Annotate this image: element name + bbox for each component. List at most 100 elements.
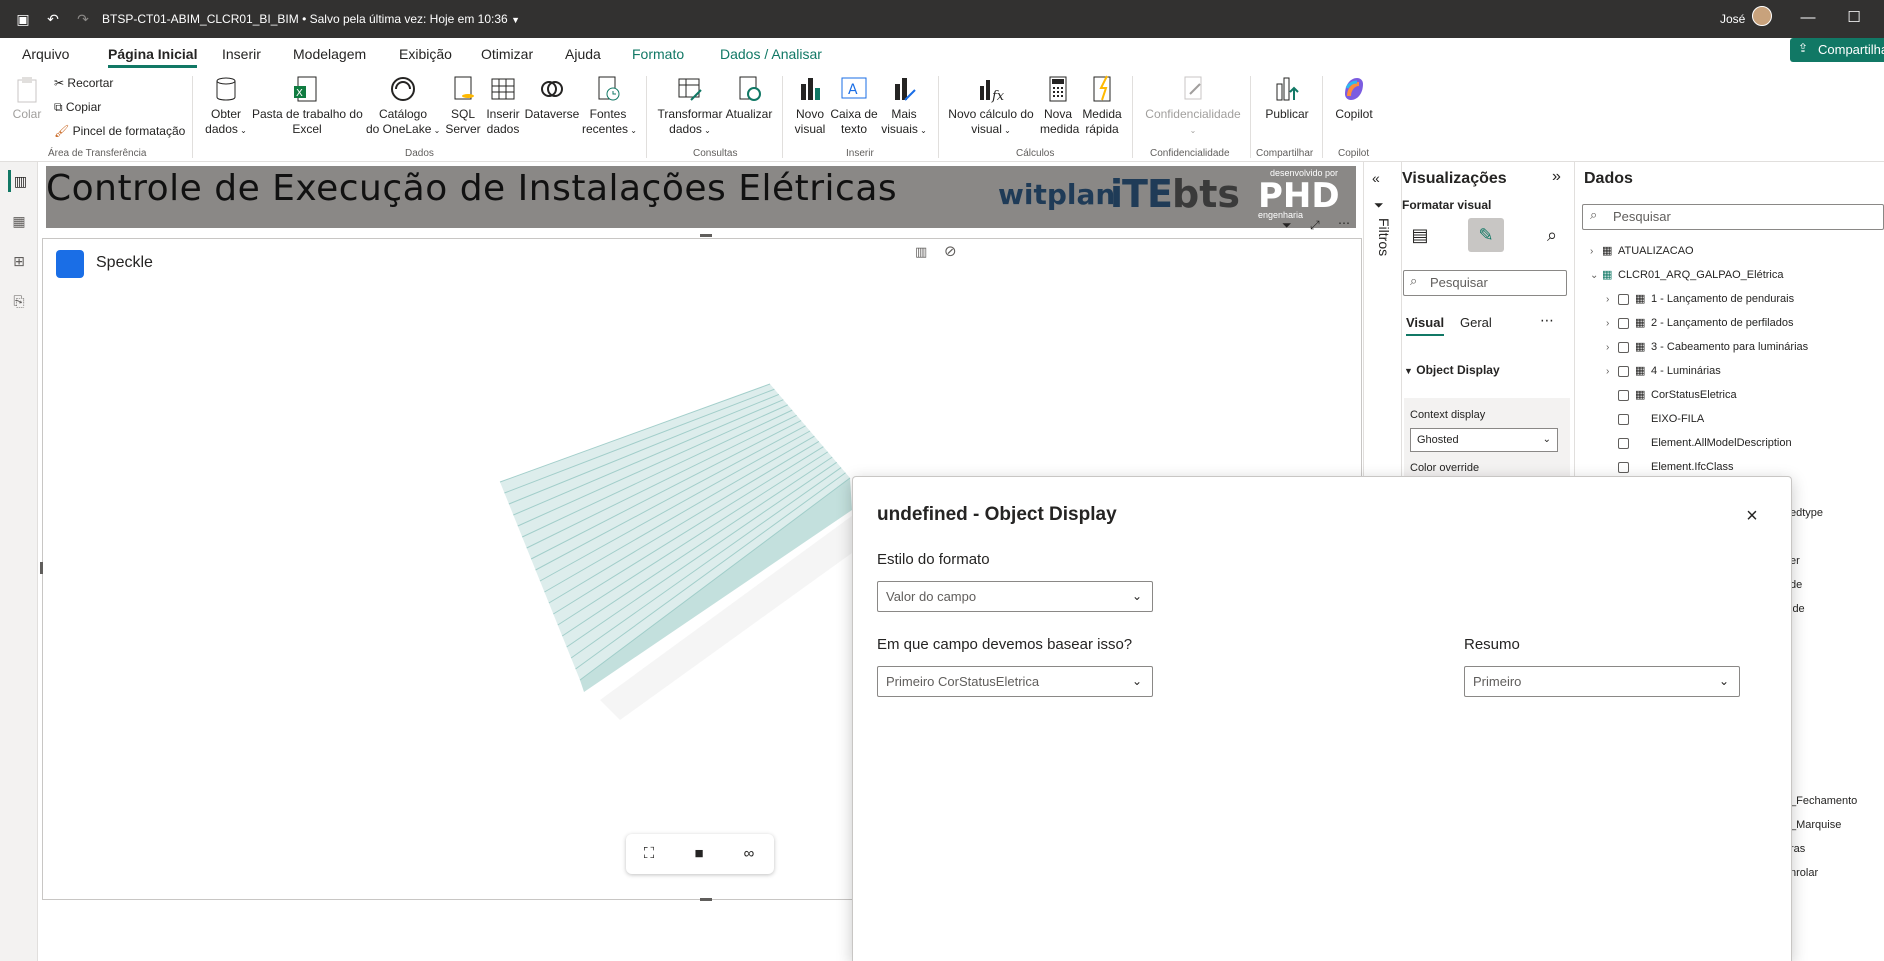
more-visuals-button[interactable]: Mais visuais ⌄ (880, 74, 928, 138)
tab-pagina-inicial[interactable]: Página Inicial (108, 42, 198, 68)
group-label-sensitivity: Confidencialidade (1150, 148, 1230, 159)
field-item[interactable]: › ▦ 1 - Lançamento de pendurais (1606, 290, 1794, 308)
save-icon[interactable]: ▣ (14, 10, 32, 28)
camera-icon[interactable]: ■ (688, 843, 710, 865)
tab-exibicao[interactable]: Exibição (399, 42, 452, 68)
copilot-button[interactable]: Copilot (1332, 74, 1376, 122)
text-box-button[interactable]: A Caixa de texto (830, 74, 878, 137)
copy-button[interactable]: ⧉ Copiar (54, 100, 101, 115)
field-checkbox[interactable] (1618, 437, 1629, 449)
undo-icon[interactable]: ↶ (44, 10, 62, 28)
field-checkbox[interactable] (1618, 461, 1629, 473)
chevron-down-icon: ⌄ (1131, 674, 1142, 688)
table-view-icon[interactable]: ▦ (8, 210, 30, 232)
prohibited-icon[interactable]: ⊘ (944, 242, 957, 260)
tab-visual[interactable]: Visual (1406, 315, 1445, 336)
document-title[interactable]: BTSP-CT01-ABIM_CLCR01_BI_BIM • Salvo pel… (102, 12, 520, 26)
analytics-icon[interactable]: ⌕ (1534, 218, 1570, 252)
publish-button[interactable]: Publicar (1262, 74, 1312, 122)
field-basis-select[interactable]: Primeiro CorStatusEletrica ⌄ (877, 666, 1153, 697)
dataverse-button[interactable]: Dataverse (524, 74, 580, 122)
field-item[interactable]: › ▦ 4 - Luminárias (1606, 362, 1721, 380)
tab-arquivo[interactable]: Arquivo (22, 42, 69, 68)
format-style-select[interactable]: Valor do campo ⌄ (877, 581, 1153, 612)
table-item[interactable]: › ▦ ATUALIZACAO (1590, 242, 1694, 260)
tab-dados-analisar[interactable]: Dados / Analisar (720, 42, 822, 68)
resize-handle[interactable] (700, 898, 712, 901)
new-visual-calculation-button[interactable]: fx Novo cálculo do visual ⌄ (948, 74, 1034, 138)
focus-mode-icon[interactable]: ⤢ (1310, 218, 1320, 233)
close-icon[interactable]: × (1742, 506, 1762, 526)
glasses-icon[interactable]: ∞ (738, 843, 760, 865)
field-item[interactable]: Element.AllModelDescription (1618, 434, 1792, 452)
quick-measure-button[interactable]: Medida rápida (1080, 74, 1124, 137)
filter-icon[interactable]: ⏷ (1282, 218, 1292, 233)
dax-query-view-icon[interactable]: ⎘ (8, 290, 30, 312)
field-item[interactable]: › ▦ 3 - Cabeamento para luminárias (1606, 338, 1808, 356)
field-item-partial[interactable]: _Marquise (1790, 819, 1841, 831)
more-options-icon[interactable]: ⋯ (1540, 312, 1554, 329)
tab-formato[interactable]: Formato (632, 42, 684, 68)
fit-view-icon[interactable]: ⛶ (638, 843, 660, 865)
tab-geral[interactable]: Geral (1460, 315, 1492, 330)
paste-button[interactable]: Colar (12, 74, 42, 122)
field-checkbox[interactable] (1618, 341, 1629, 353)
field-item[interactable]: › ▦ 2 - Lançamento de perfilados (1606, 314, 1793, 332)
visual-search-input[interactable]: Pesquisar (1403, 270, 1567, 296)
recent-sources-button[interactable]: Fontes recentes ⌄ (582, 74, 637, 138)
expand-left-icon[interactable]: « (1372, 170, 1380, 186)
sql-server-button[interactable]: SQL Server (444, 74, 482, 137)
field-checkbox[interactable] (1618, 413, 1629, 425)
maximize-icon[interactable]: ☐ (1844, 8, 1864, 28)
build-visual-icon[interactable]: ▤ (1402, 218, 1438, 252)
data-search-input[interactable]: Pesquisar (1582, 204, 1884, 230)
new-measure-button[interactable]: Nova medida (1040, 74, 1079, 137)
report-view-icon[interactable]: ▥ (8, 170, 30, 192)
transform-data-button[interactable]: Transformar dados ⌄ (656, 74, 724, 138)
field-item-partial[interactable]: ide (1790, 603, 1805, 615)
table-item[interactable]: ⌄ ▦ CLCR01_ARQ_GALPAO_Elétrica (1590, 266, 1783, 284)
field-item-partial[interactable]: ras (1790, 843, 1805, 855)
field-checkbox[interactable] (1618, 389, 1629, 401)
excel-workbook-button[interactable]: X Pasta de trabalho do Excel (252, 74, 363, 137)
sensitivity-button[interactable]: Confidencialidade ⌄ (1142, 74, 1244, 138)
tab-modelagem[interactable]: Modelagem (293, 42, 366, 68)
format-painter-button[interactable]: 🖌 Pincel de formatação (54, 124, 185, 138)
tab-otimizar[interactable]: Otimizar (481, 42, 533, 68)
field-item[interactable]: EIXO-FILA (1618, 410, 1704, 428)
resize-handle[interactable] (700, 234, 712, 237)
new-visual-button[interactable]: Novo visual (792, 74, 828, 137)
visual-chart-icon[interactable]: ▥ (915, 244, 927, 260)
format-visual-icon[interactable]: ✎ (1468, 218, 1504, 252)
field-checkbox[interactable] (1618, 365, 1629, 377)
resize-handle[interactable] (40, 562, 43, 574)
user-name[interactable]: José (1720, 12, 1745, 26)
avatar[interactable] (1752, 6, 1772, 26)
field-item[interactable]: ▦ CorStatusEletrica (1618, 386, 1737, 404)
field-checkbox[interactable] (1618, 293, 1629, 305)
field-checkbox[interactable] (1618, 317, 1629, 329)
collapse-right-icon[interactable]: » (1552, 168, 1561, 186)
tab-inserir[interactable]: Inserir (222, 42, 261, 68)
field-item-partial[interactable]: edtype (1790, 507, 1823, 519)
get-data-button[interactable]: Obter dados ⌄ (202, 74, 250, 138)
filters-label[interactable]: Filtros (1376, 218, 1392, 256)
tab-ajuda[interactable]: Ajuda (565, 42, 601, 68)
model-view-icon[interactable]: ⊞ (8, 250, 30, 272)
object-display-section[interactable]: ▼ Object Display (1404, 363, 1500, 377)
summary-select[interactable]: Primeiro ⌄ (1464, 666, 1740, 697)
redo-icon[interactable]: ↷ (74, 10, 92, 28)
context-display-select[interactable]: Ghosted ⌄ (1410, 428, 1558, 452)
more-options-icon[interactable]: ⋯ (1338, 216, 1350, 230)
field-item[interactable]: Element.IfcClass (1618, 458, 1734, 476)
field-item-partial[interactable]: _Fechamento (1790, 795, 1857, 807)
field-item-partial[interactable]: nrolar (1790, 867, 1818, 879)
cut-button[interactable]: ✂ Recortar (54, 76, 113, 90)
share-button[interactable]: ⇪ Compartilhar (1790, 38, 1884, 62)
enter-data-button[interactable]: Inserir dados (484, 74, 522, 137)
group-label-copilot: Copilot (1338, 148, 1370, 159)
chevron-down-icon[interactable]: ▼ (511, 15, 520, 25)
refresh-button[interactable]: Atualizar (724, 74, 774, 122)
onelake-catalog-button[interactable]: Catálogo do OneLake ⌄ (366, 74, 440, 138)
minimize-icon[interactable]: — (1798, 8, 1818, 28)
